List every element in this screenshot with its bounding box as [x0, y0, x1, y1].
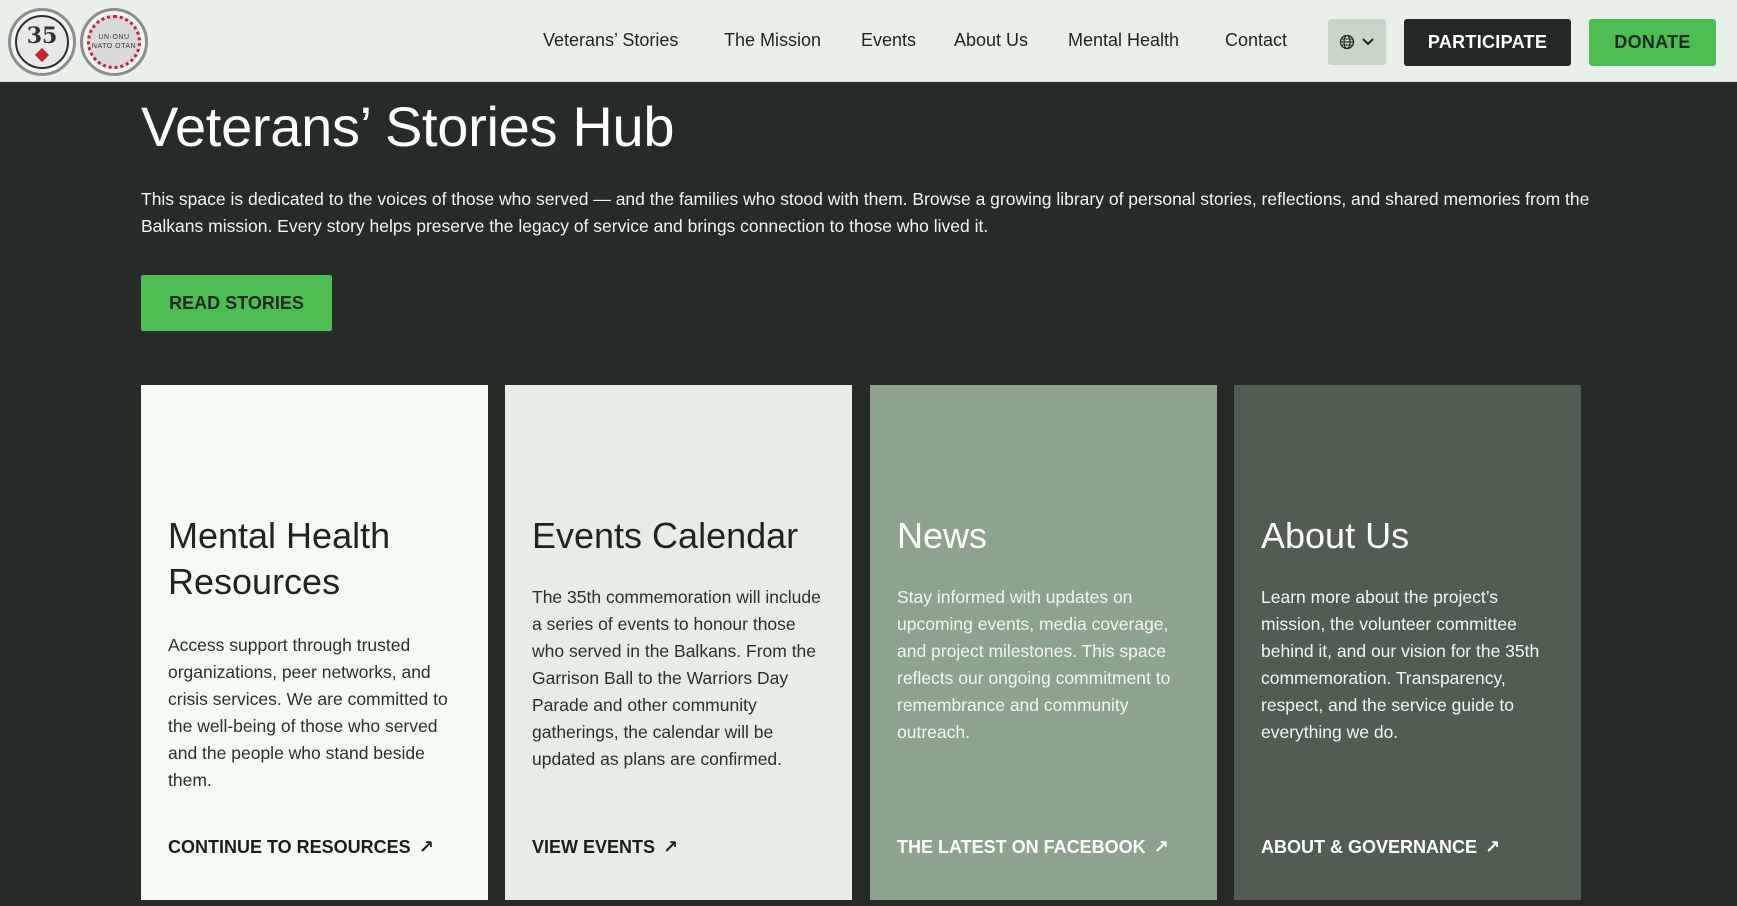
card-title: Events Calendar: [532, 515, 799, 556]
card-body: Access support through trusted organizat…: [168, 635, 448, 790]
card-title: About Us: [1261, 515, 1410, 556]
donate-button[interactable]: DONATE: [1589, 19, 1716, 66]
language-selector[interactable]: [1328, 19, 1386, 65]
arrow-up-right-icon: ↗: [663, 837, 679, 857]
about-governance-link[interactable]: ABOUT & GOVERNANCE ↗: [1261, 837, 1500, 858]
card-news: News Stay informed with updates on upcom…: [870, 385, 1217, 900]
card-title: News: [897, 515, 988, 556]
latest-on-facebook-link[interactable]: THE LATEST ON FACEBOOK ↗: [897, 837, 1169, 858]
logo-emblem: 35: [15, 15, 69, 69]
participate-button[interactable]: PARTICIPATE: [1404, 19, 1571, 66]
globe-icon: [1339, 34, 1355, 50]
logo-seal-text: UN·ONU NATO OTAN: [91, 34, 137, 50]
un-nato-logo[interactable]: UN·ONU NATO OTAN: [80, 8, 148, 76]
nav-contact[interactable]: Contact: [1225, 30, 1287, 51]
card-body: Stay informed with updates on upcoming e…: [897, 587, 1171, 742]
nav-events[interactable]: Events: [861, 30, 916, 51]
logo-seal: UN·ONU NATO OTAN: [87, 15, 141, 69]
chevron-down-icon: [1362, 38, 1374, 46]
card-link-label: ABOUT & GOVERNANCE: [1261, 837, 1478, 857]
card-about-us: About Us Learn more about the project’s …: [1234, 385, 1581, 900]
page-title: Veterans’ Stories Hub: [141, 95, 675, 158]
card-body: Learn more about the project’s mission, …: [1261, 587, 1540, 742]
nav-the-mission[interactable]: The Mission: [724, 30, 821, 51]
logo-number: 35: [26, 22, 58, 49]
nav-mental-health[interactable]: Mental Health: [1068, 30, 1179, 51]
card-link-label: CONTINUE TO RESOURCES: [168, 837, 411, 857]
hero-description: This space is dedicated to the voices of…: [141, 189, 1590, 236]
card-body: The 35th commemoration will include a se…: [532, 587, 821, 769]
35th-anniversary-logo[interactable]: 35: [8, 8, 76, 76]
arrow-up-right-icon: ↗: [1485, 837, 1501, 857]
arrow-up-right-icon: ↗: [418, 837, 434, 857]
maple-leaf-icon: [34, 47, 50, 62]
site-header: 35 UN·ONU NATO OTAN Veterans’ Stories Th…: [0, 0, 1737, 82]
read-stories-button[interactable]: READ STORIES: [141, 275, 332, 331]
card-mental-health: Mental Health Resources Access support t…: [141, 385, 488, 900]
view-events-link[interactable]: VIEW EVENTS ↗: [532, 837, 678, 858]
nav-veterans-stories[interactable]: Veterans’ Stories: [543, 30, 678, 51]
nav-about-us[interactable]: About Us: [954, 30, 1028, 51]
card-title: Mental Health Resources: [168, 515, 391, 602]
card-link-label: VIEW EVENTS: [532, 837, 656, 857]
continue-to-resources-link[interactable]: CONTINUE TO RESOURCES ↗: [168, 837, 434, 858]
arrow-up-right-icon: ↗: [1153, 837, 1169, 857]
card-link-label: THE LATEST ON FACEBOOK: [897, 837, 1146, 857]
card-events-calendar: Events Calendar The 35th commemoration w…: [505, 385, 852, 900]
